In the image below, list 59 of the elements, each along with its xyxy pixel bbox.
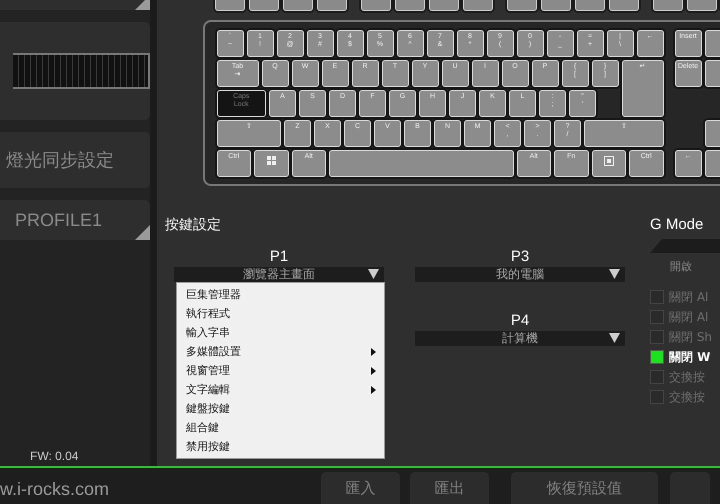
menu-key-icon [604,156,614,166]
menu-item[interactable]: 文字編輯 [177,380,384,399]
keyboard-key [361,0,391,11]
checkbox[interactable] [650,330,664,344]
action-dropdown[interactable]: 計算機 [415,331,625,346]
windows-logo-icon [266,156,276,164]
keyboard-key [575,0,605,11]
action-dropdown[interactable]: 我的電腦 [415,267,625,282]
website-link[interactable]: w.i-rocks.com [0,479,321,504]
checkbox[interactable] [650,350,664,364]
status-label: 開啟 [670,259,693,274]
slot-label: P4 [510,312,530,329]
footer-button[interactable]: 匯出 [410,472,489,504]
keyboard-key [395,0,425,11]
section-title: 按鍵設定 [165,216,222,234]
menu-item[interactable]: 多媒體設置 [177,342,384,361]
keyboard-key[interactable] [254,150,288,176]
action-dropdown[interactable]: 瀏覽器主畫面 [174,267,384,282]
profile-dropdown[interactable]: PROFILE1 [0,200,150,240]
menu-item[interactable]: 巨集管理器 [177,285,384,304]
caret-icon [609,333,620,343]
checkbox-label: 關閉 Al [669,288,708,306]
footer-button[interactable]: 匯入 [321,472,400,504]
footer-button[interactable]: 恢復預設值 [511,472,658,504]
menu-item[interactable]: 執行程式 [177,304,384,323]
caret-icon [609,269,620,279]
menu-item[interactable]: 鍵盤按鍵 [177,399,384,418]
keyboard-key [609,0,639,11]
keyboard-key [653,0,683,11]
checkbox-label: 交換按 [669,368,705,386]
checkbox[interactable] [650,310,664,324]
checkbox-label: 關閉 Sh [669,328,712,346]
menu-item[interactable]: 視窗管理 [177,361,384,380]
checkbox[interactable] [650,390,664,404]
checkbox-label: 關閉 W [669,348,710,366]
firmware-version: FW: 0.04 [30,449,80,463]
lighting-sync-button[interactable]: 燈光同步設定 [0,132,150,188]
checkbox[interactable] [650,290,664,304]
keyboard-key [429,0,459,11]
keyboard-key[interactable] [592,150,626,176]
slot-label: P3 [510,248,530,265]
caret-icon [368,269,379,279]
keyboard-key [317,0,347,11]
slot-label: P1 [268,248,290,265]
menu-item[interactable]: 組合鍵 [177,418,384,437]
keyboard-key [507,0,537,11]
checkbox-label: 交換按 [669,388,705,406]
keyboard-key [541,0,571,11]
keyboard-key [215,0,245,11]
keyboard-key [463,0,493,11]
section-title: G Mode [650,216,704,233]
checkbox-label: 關閉 Al [669,308,708,326]
menu-item[interactable]: 禁用按鍵 [177,437,384,456]
keyboard-key [249,0,279,11]
keyboard-card[interactable] [0,22,150,120]
checkbox[interactable] [650,370,664,384]
menu-item[interactable]: 輸入字串 [177,323,384,342]
keyboard-key [283,0,313,11]
keyboard-key [687,0,717,11]
